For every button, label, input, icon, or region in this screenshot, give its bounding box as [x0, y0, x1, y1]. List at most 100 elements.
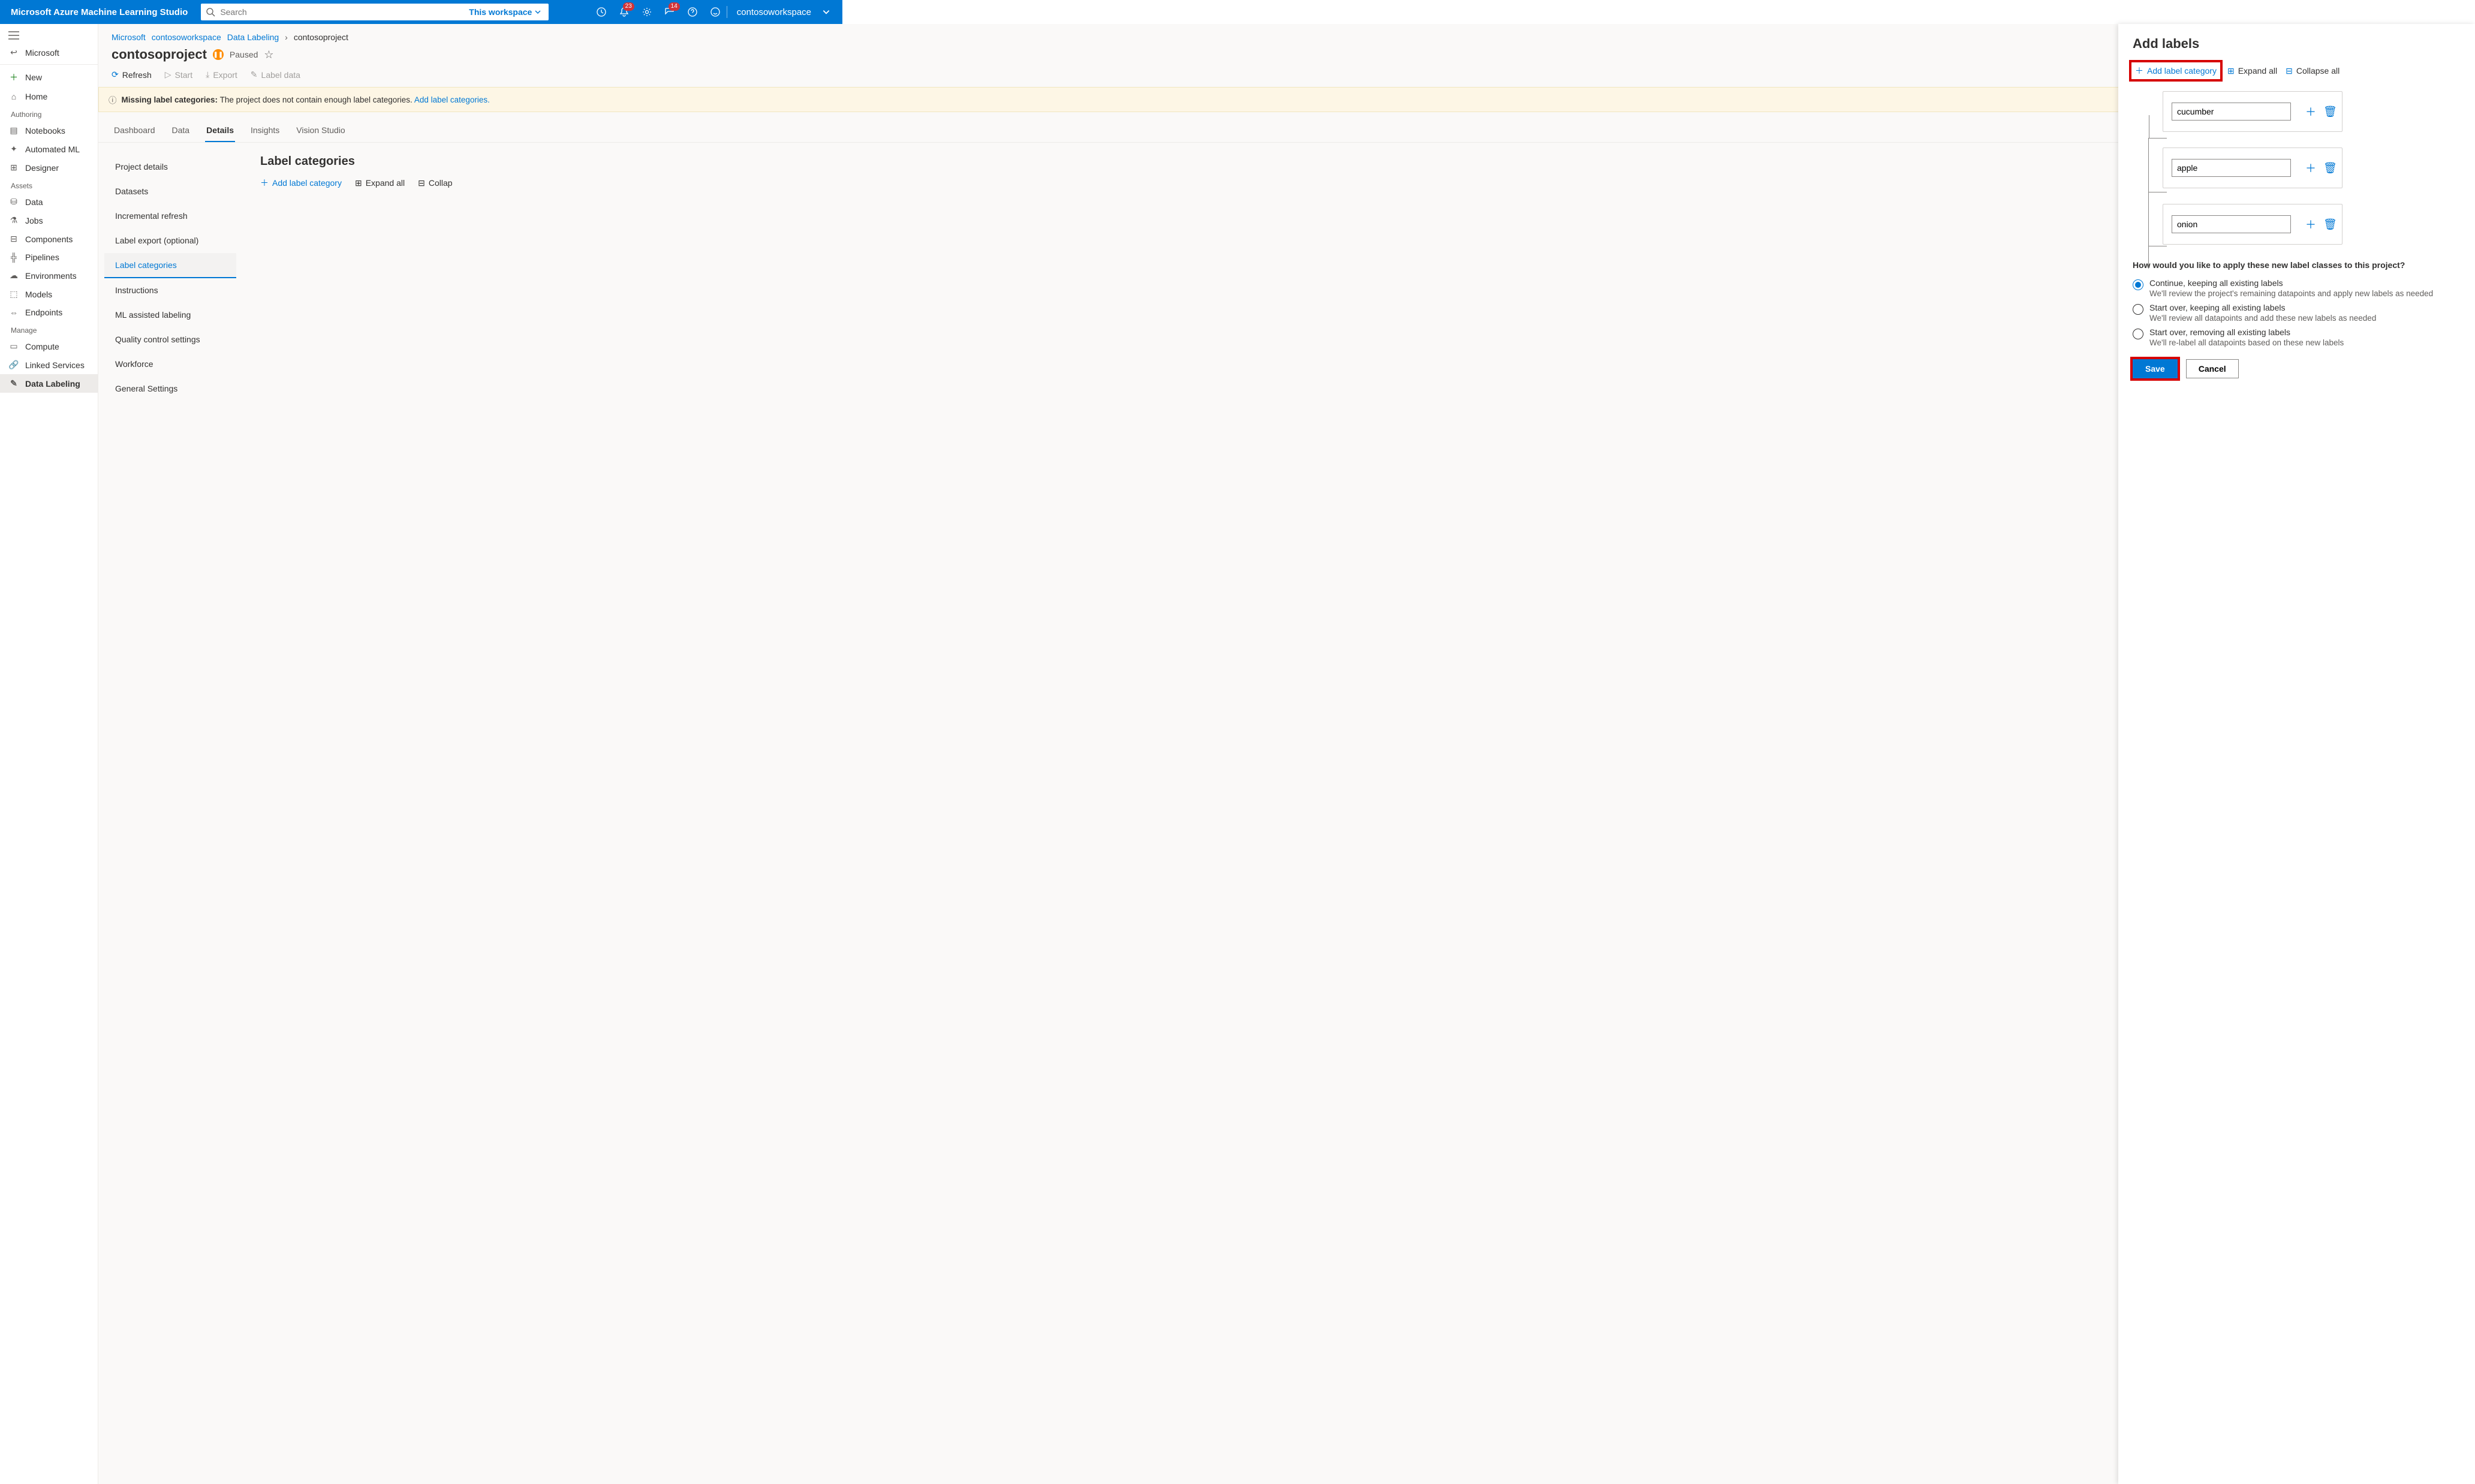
plus-icon: ＋: [260, 177, 269, 189]
expand-icon: ⊞: [2227, 66, 2235, 76]
nav-jobs[interactable]: ⚗Jobs: [0, 211, 98, 230]
hamburger-icon[interactable]: [0, 28, 98, 43]
fly-add-category[interactable]: ＋Add label category: [2135, 65, 2217, 77]
radio-startover-remove[interactable]: Start over, removing all existing labels…: [2133, 325, 2461, 350]
flyout-title: Add labels: [2133, 36, 2461, 52]
refresh-icon: ⟳: [112, 70, 119, 80]
radio-continue[interactable]: Continue, keeping all existing labelsWe'…: [2133, 276, 2461, 300]
delete-icon[interactable]: 🗑: [2323, 218, 2337, 231]
nav-components[interactable]: ⊟Components: [0, 230, 98, 248]
data-icon: ⛁: [8, 197, 19, 207]
nav-new[interactable]: ＋New: [0, 67, 98, 88]
subnav-incremental-refresh[interactable]: Incremental refresh: [104, 204, 236, 228]
nav-automl[interactable]: ✦Automated ML: [0, 140, 98, 158]
models-icon: ⬚: [8, 289, 19, 299]
feedback-badge: 14: [669, 2, 680, 11]
nav-compute[interactable]: ▭Compute: [0, 337, 98, 356]
delete-icon[interactable]: 🗑: [2323, 162, 2337, 174]
subnav-quality-control[interactable]: Quality control settings: [104, 327, 236, 352]
subnav-workforce[interactable]: Workforce: [104, 352, 236, 377]
label-card: ＋ 🗑: [2163, 91, 2342, 132]
designer-icon: ⊞: [8, 162, 19, 173]
add-child-icon[interactable]: ＋: [2305, 160, 2316, 176]
export-button[interactable]: ⤓Export: [206, 70, 237, 80]
info-icon: ⓘ: [109, 94, 117, 106]
automl-icon: ✦: [8, 144, 19, 154]
delete-icon[interactable]: 🗑: [2323, 106, 2337, 118]
search-input[interactable]: [220, 7, 462, 17]
label-input[interactable]: [2172, 103, 2291, 121]
subnav-datasets[interactable]: Datasets: [104, 179, 236, 204]
search-box[interactable]: This workspace: [201, 4, 549, 20]
panel-expand-all[interactable]: ⊞Expand all: [355, 178, 405, 188]
feedback-icon[interactable]: 14: [658, 0, 681, 24]
environments-icon: ☁: [8, 270, 19, 281]
help-icon[interactable]: [681, 0, 704, 24]
nav-pipelines[interactable]: ╬Pipelines: [0, 248, 98, 266]
tab-vision-studio[interactable]: Vision Studio: [295, 122, 346, 142]
chevron-right-icon: ›: [285, 32, 288, 42]
refresh-button[interactable]: ⟳Refresh: [112, 70, 152, 80]
status-text: Paused: [230, 50, 258, 59]
tab-details[interactable]: Details: [205, 122, 235, 142]
apply-question: How would you like to apply these new la…: [2133, 260, 2461, 270]
radio-startover-keep[interactable]: Start over, keeping all existing labelsW…: [2133, 300, 2461, 325]
gear-icon[interactable]: [636, 0, 658, 24]
save-button[interactable]: Save: [2133, 359, 2178, 378]
subnav-ml-assisted[interactable]: ML assisted labeling: [104, 303, 236, 327]
subnav-label-export[interactable]: Label export (optional): [104, 228, 236, 253]
search-icon: [206, 7, 215, 17]
subnav-general-settings[interactable]: General Settings: [104, 377, 236, 401]
favorite-star-icon[interactable]: ☆: [264, 49, 273, 61]
nav-endpoints[interactable]: ⇔Endpoints: [0, 303, 98, 321]
subnav-label-categories[interactable]: Label categories: [104, 253, 236, 278]
subnav-instructions[interactable]: Instructions: [104, 278, 236, 303]
nav-data-labeling[interactable]: ✎Data Labeling: [0, 374, 98, 393]
crumb-microsoft[interactable]: Microsoft: [112, 32, 146, 42]
pipelines-icon: ╬: [8, 252, 19, 262]
crumb-labeling[interactable]: Data Labeling: [227, 32, 279, 42]
radio-icon: [2133, 304, 2143, 315]
home-icon: ⌂: [8, 92, 19, 101]
nav-home[interactable]: ⌂Home: [0, 88, 98, 106]
bell-icon[interactable]: 23: [613, 0, 636, 24]
panel-collapse-all[interactable]: ⊟Collap: [418, 178, 452, 188]
tab-insights[interactable]: Insights: [249, 122, 281, 142]
search-scope[interactable]: This workspace: [462, 7, 549, 17]
chevron-down-icon: [822, 8, 830, 16]
add-child-icon[interactable]: ＋: [2305, 216, 2316, 232]
label-card: ＋ 🗑: [2163, 148, 2342, 188]
tab-data[interactable]: Data: [171, 122, 191, 142]
flyout-buttons: Save Cancel: [2133, 359, 2461, 378]
cancel-button[interactable]: Cancel: [2186, 359, 2239, 378]
nav-linked[interactable]: 🔗Linked Services: [0, 356, 98, 374]
components-icon: ⊟: [8, 234, 19, 244]
clock-icon[interactable]: [590, 0, 613, 24]
nav-notebooks[interactable]: ▤Notebooks: [0, 121, 98, 140]
nav-environments[interactable]: ☁Environments: [0, 266, 98, 285]
fly-expand-all[interactable]: ⊞Expand all: [2227, 66, 2277, 76]
bell-badge: 23: [623, 2, 634, 11]
collapse-icon: ⊟: [2286, 66, 2293, 76]
nav-back[interactable]: ↩Microsoft: [0, 43, 98, 62]
tab-dashboard[interactable]: Dashboard: [113, 122, 156, 142]
nav-designer[interactable]: ⊞Designer: [0, 158, 98, 177]
smile-icon[interactable]: [704, 0, 727, 24]
back-arrow-icon: ↩: [8, 47, 19, 58]
crumb-current: contosoproject: [294, 32, 348, 42]
label-data-button[interactable]: ✎Label data: [251, 70, 300, 80]
linked-icon: 🔗: [8, 360, 19, 370]
label-input[interactable]: [2172, 159, 2291, 177]
nav-models[interactable]: ⬚Models: [0, 285, 98, 303]
subnav-project-details[interactable]: Project details: [104, 155, 236, 179]
nav-section-manage: Manage: [0, 321, 98, 337]
nav-data[interactable]: ⛁Data: [0, 192, 98, 211]
label-input[interactable]: [2172, 215, 2291, 233]
crumb-workspace[interactable]: contosoworkspace: [152, 32, 221, 42]
add-child-icon[interactable]: ＋: [2305, 104, 2316, 119]
start-button[interactable]: ▷Start: [165, 70, 192, 80]
workspace-switcher[interactable]: contosoworkspace: [727, 7, 840, 17]
fly-collapse-all[interactable]: ⊟Collapse all: [2286, 66, 2339, 76]
panel-add-category[interactable]: ＋Add label category: [260, 177, 342, 189]
banner-link[interactable]: Add label categories.: [414, 95, 490, 104]
